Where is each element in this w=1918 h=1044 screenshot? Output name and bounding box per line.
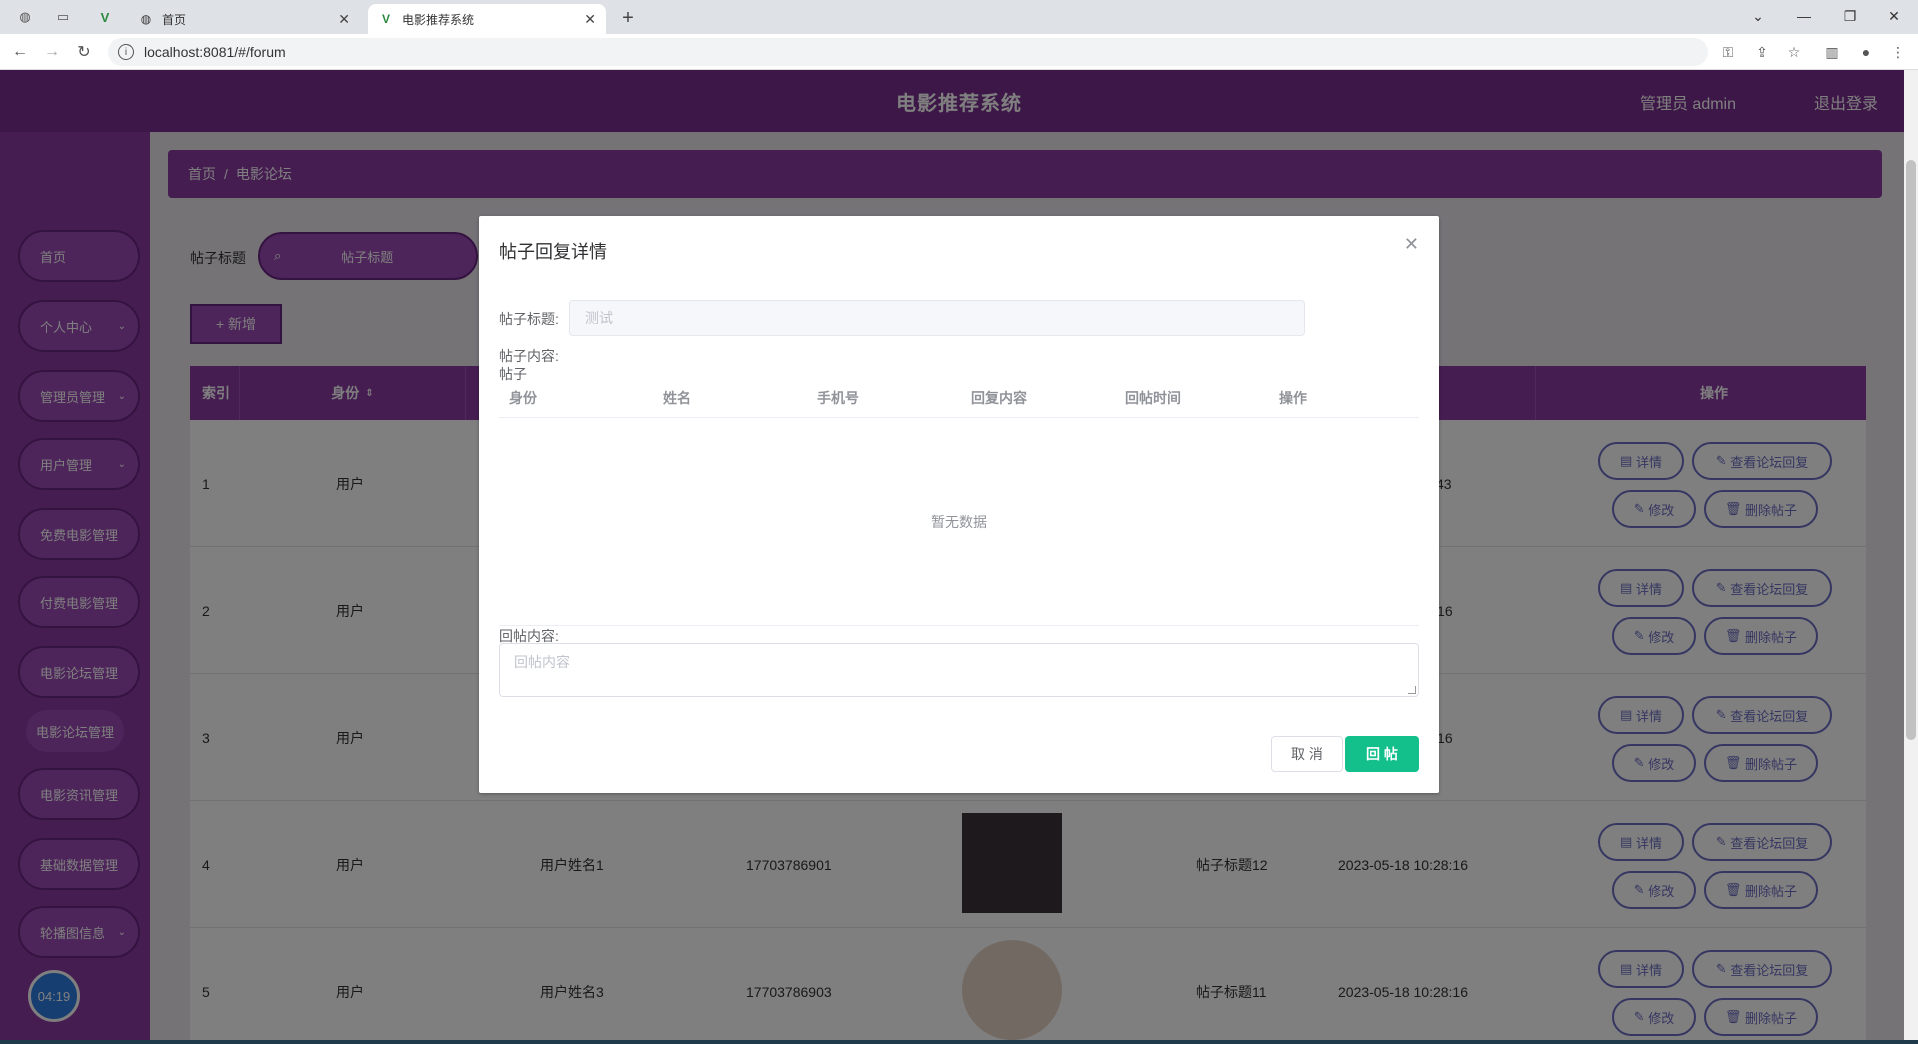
page-scrollbar[interactable] (1904, 70, 1918, 1044)
menu-kebab-icon[interactable]: ⋮ (1888, 42, 1908, 62)
cancel-button[interactable]: 取 消 (1271, 736, 1343, 772)
bottom-strip (0, 1040, 1918, 1044)
url-text: localhost:8081/#/forum (144, 44, 286, 60)
col-reply-time: 回帖时间 (1125, 390, 1181, 406)
browser-tab-active[interactable]: V 电影推荐系统 ✕ (368, 4, 606, 34)
col-identity: 身份 (509, 390, 537, 406)
scrollbar-thumb[interactable] (1906, 160, 1916, 740)
resize-handle-icon[interactable] (1408, 686, 1416, 694)
forward-icon[interactable]: → (40, 40, 64, 64)
col-phone: 手机号 (817, 390, 859, 406)
post-title-value: 测试 (585, 310, 613, 326)
post-title-field: 测试 (569, 300, 1305, 336)
new-tab-icon[interactable]: + (616, 6, 640, 30)
empty-state: 暂无数据 (931, 514, 987, 530)
vue-favicon-icon[interactable]: V (94, 6, 116, 28)
replies-table-header: 身份 姓名 手机号 回复内容 回帖时间 操作 (499, 378, 1419, 418)
reply-button[interactable]: 回 帖 (1345, 736, 1419, 772)
url-field[interactable]: i localhost:8081/#/forum (108, 38, 1708, 66)
minimize-icon[interactable]: — (1784, 4, 1824, 28)
tab-title: 电影推荐系统 (402, 12, 475, 27)
browser-tab-strip: ◍ ▭ V ◍ 首页 ✕ V 电影推荐系统 ✕ + ⌄ — ❐ ✕ (0, 0, 1918, 34)
reply-detail-dialog: 帖子回复详情 ✕ 帖子标题: 测试 帖子内容: 帖子 身份 姓名 手机号 回复内… (479, 216, 1439, 793)
restore-icon[interactable]: ❐ (1830, 4, 1870, 28)
reply-content-textarea[interactable]: 回帖内容 (499, 643, 1419, 697)
col-reply-content: 回复内容 (971, 390, 1027, 406)
globe-icon: ◍ (140, 12, 152, 26)
replies-table: 身份 姓名 手机号 回复内容 回帖时间 操作 暂无数据 (499, 378, 1419, 626)
back-icon[interactable]: ← (8, 40, 32, 64)
key-icon[interactable]: ⚿ (1718, 42, 1738, 62)
close-icon[interactable]: ✕ (1404, 234, 1419, 255)
pinned-tab-icon[interactable]: ▭ (52, 6, 74, 28)
col-ops: 操作 (1279, 390, 1307, 406)
dialog-title: 帖子回复详情 (499, 242, 607, 262)
address-bar: ← → ↻ i localhost:8081/#/forum ⚿ ⇪ ☆ ▥ ●… (0, 34, 1918, 70)
reload-icon[interactable]: ↻ (72, 40, 96, 64)
reply-placeholder: 回帖内容 (514, 654, 570, 670)
post-title-label: 帖子标题: (499, 311, 559, 327)
share-icon[interactable]: ⇪ (1752, 42, 1772, 62)
window-close-icon[interactable]: ✕ (1874, 4, 1914, 28)
profile-icon[interactable]: ● (1856, 42, 1876, 62)
close-icon[interactable]: ✕ (338, 11, 350, 28)
tab-title: 首页 (162, 12, 187, 27)
vue-favicon-icon: V (381, 12, 390, 26)
close-icon[interactable]: ✕ (584, 11, 596, 28)
tab-search-icon[interactable]: ◍ (14, 6, 36, 28)
bookmark-star-icon[interactable]: ☆ (1784, 42, 1804, 62)
info-icon[interactable]: i (118, 44, 134, 60)
side-panel-icon[interactable]: ▥ (1822, 42, 1842, 62)
post-content-label: 帖子内容: (499, 348, 559, 364)
col-name: 姓名 (663, 390, 691, 406)
browser-tab-home[interactable]: ◍ 首页 ✕ (128, 4, 360, 34)
tab-list-chevron-icon[interactable]: ⌄ (1738, 4, 1778, 28)
